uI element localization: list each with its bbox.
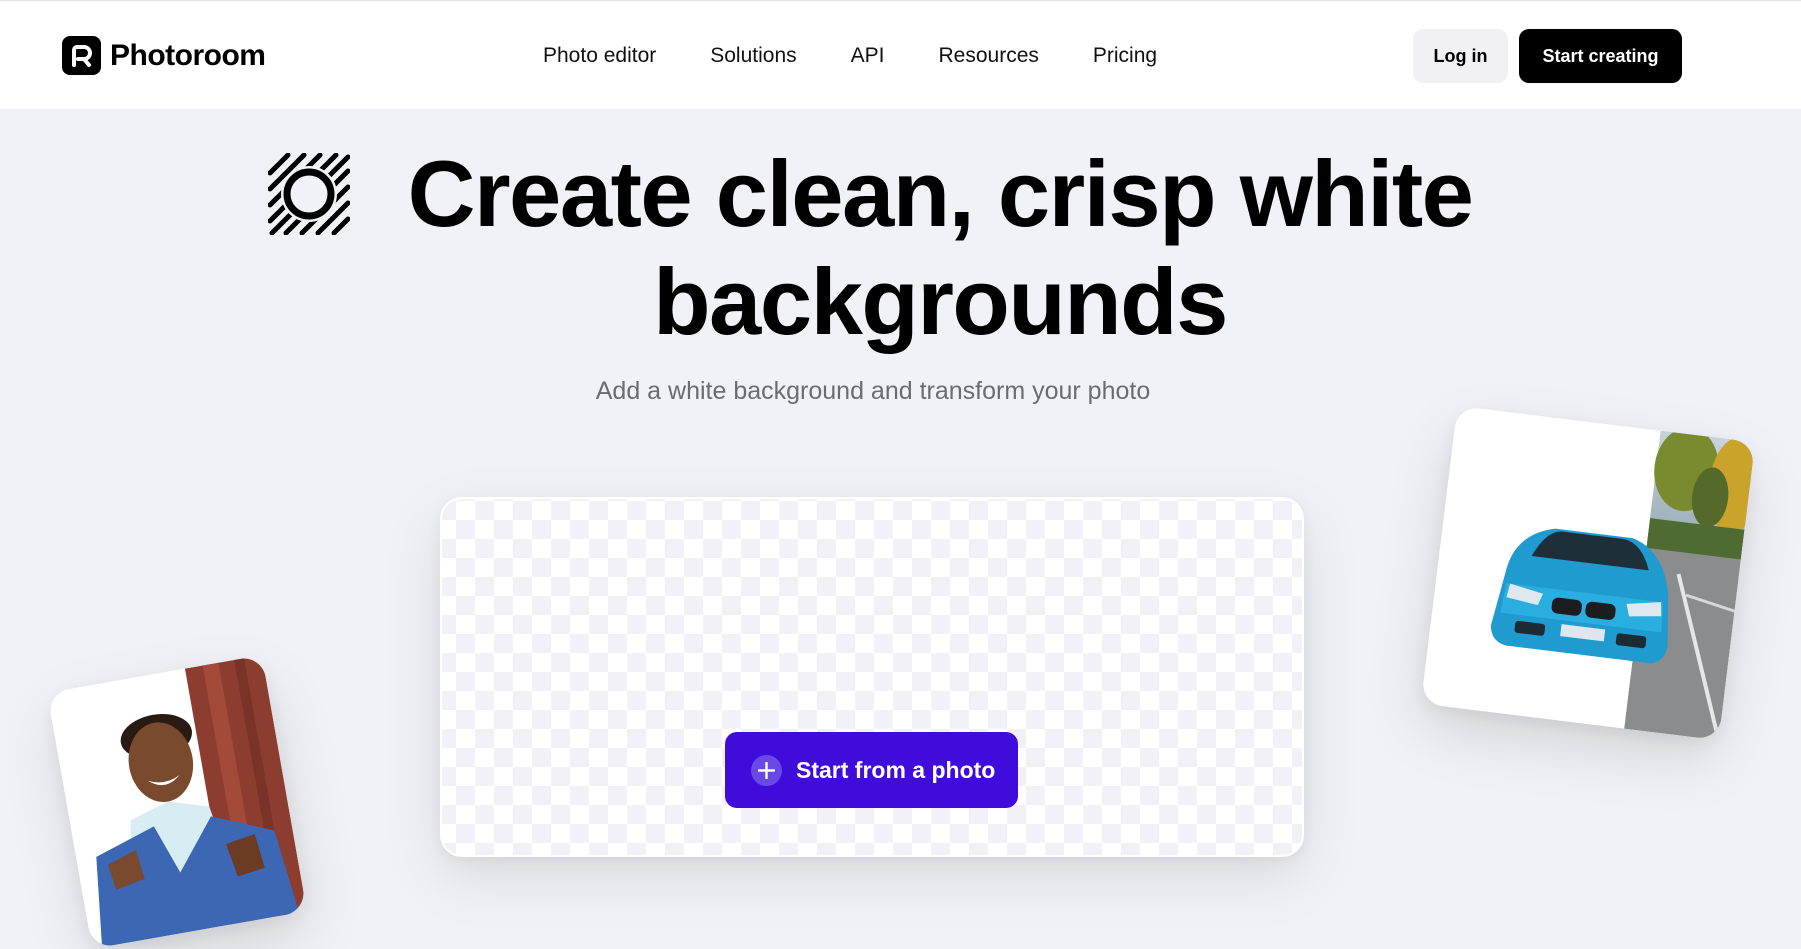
nav-photo-editor[interactable]: Photo editor — [543, 41, 656, 71]
portrait-example-image — [96, 655, 307, 948]
car-example-image — [1490, 427, 1756, 741]
photoroom-logo-icon — [62, 36, 101, 75]
login-button[interactable]: Log in — [1413, 29, 1508, 83]
start-from-photo-button[interactable]: Start from a photo — [725, 732, 1018, 808]
nav-solutions[interactable]: Solutions — [710, 41, 796, 71]
start-creating-button[interactable]: Start creating — [1519, 29, 1682, 83]
brand-logo[interactable]: Photoroom — [62, 35, 266, 76]
site-header: Photoroom Photo editor Solutions API Res… — [0, 0, 1801, 109]
nav-pricing[interactable]: Pricing — [1093, 41, 1157, 71]
hero-subtitle: Add a white background and transform you… — [595, 377, 1151, 405]
brand-name: Photoroom — [110, 38, 266, 72]
hero-title: Create clean, crisp white backgrounds — [340, 140, 1540, 356]
portrait-example-card — [47, 655, 307, 949]
hero-title-line-1: Create clean, crisp white — [407, 141, 1474, 246]
nav-api[interactable]: API — [851, 41, 885, 71]
car-example-card — [1420, 405, 1756, 741]
plus-icon — [751, 754, 782, 786]
nav-resources[interactable]: Resources — [939, 41, 1039, 71]
start-from-photo-label: Start from a photo — [796, 756, 996, 783]
main-nav: Photo editor Solutions API Resources Pri… — [543, 41, 1157, 71]
hero-title-line-2: backgrounds — [653, 249, 1228, 354]
white-background-icon — [268, 153, 350, 235]
